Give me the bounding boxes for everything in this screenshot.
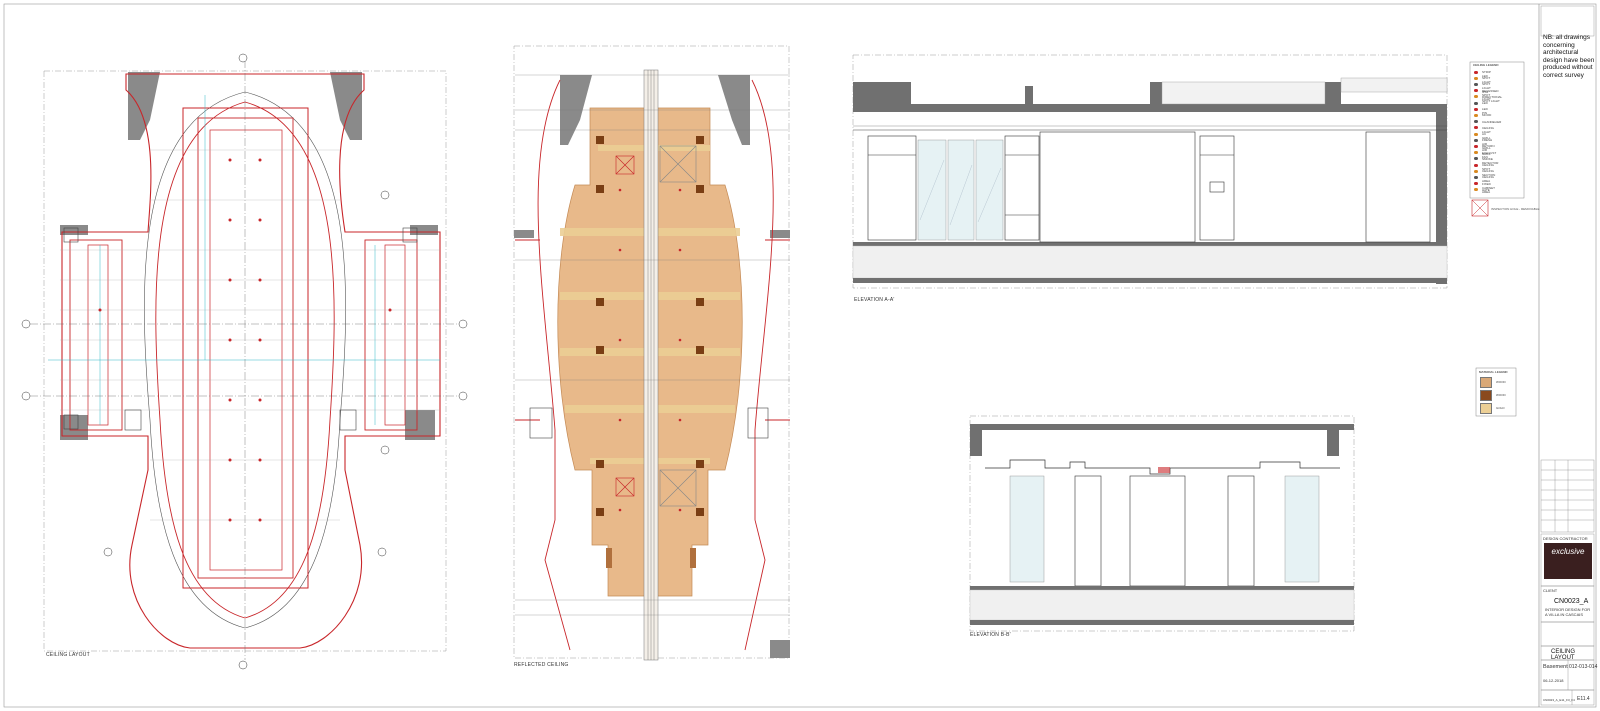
drawing-date: 06-12-2018 bbox=[1543, 678, 1564, 683]
ceiling-legend-item: HATE bbox=[1482, 187, 1490, 192]
ceiling-legend-item: LED bbox=[1482, 101, 1488, 105]
survey-note: NB: all drawings concerning architectura… bbox=[1543, 34, 1595, 79]
legend-symbol-icon bbox=[1474, 169, 1478, 173]
client-label: CLIENT bbox=[1543, 588, 1558, 593]
legend-symbol-icon bbox=[1474, 144, 1478, 148]
drawing-code: E11.4 bbox=[1577, 696, 1590, 702]
material-swatch bbox=[1480, 390, 1492, 401]
sheet-number: 012-013-014 bbox=[1569, 664, 1598, 670]
legend-symbol-icon bbox=[1474, 132, 1478, 136]
reflected-ceiling-plan bbox=[513, 45, 790, 661]
material-swatch bbox=[1480, 403, 1492, 414]
legend-symbol-icon bbox=[1474, 70, 1478, 74]
ceiling-layout-label: CEILING LAYOUT bbox=[46, 652, 90, 658]
elevation-a bbox=[852, 54, 1448, 289]
legend-symbol-icon bbox=[1474, 76, 1478, 80]
legend-symbol-icon bbox=[1474, 175, 1478, 179]
drawing-sheet bbox=[3, 3, 1597, 708]
ceiling-legend-title: CEILING LEGEND bbox=[1473, 63, 1499, 67]
project-name: INTERIOR DESIGN FOR A VILLA IN CASCAIS bbox=[1545, 607, 1591, 617]
material-swatch bbox=[1480, 377, 1492, 388]
drawing-title: CEILING LAYOUT bbox=[1551, 649, 1576, 661]
client-code: CN0023_A bbox=[1554, 598, 1589, 605]
ceiling-legend-item: MOOD bbox=[1482, 113, 1492, 118]
legend-symbol-icon bbox=[1474, 151, 1478, 155]
elevation-b bbox=[969, 415, 1355, 632]
reflected-ceiling-label: REFLECTED CEILING bbox=[514, 662, 569, 668]
design-contractor-label: DESIGN CONTRACTOR bbox=[1543, 536, 1588, 541]
logo-text: exclusive bbox=[1551, 547, 1585, 556]
ceiling-legend-item: CHANDELIER bbox=[1482, 119, 1502, 124]
material-label: WOOD bbox=[1496, 393, 1506, 397]
inspection-hole-legend: INSPECTION HOLE - REMOVABLE bbox=[1491, 207, 1540, 211]
level-name: Basement bbox=[1543, 664, 1568, 670]
legend-symbol-icon bbox=[1474, 82, 1478, 86]
legend-symbol-icon bbox=[1474, 163, 1478, 167]
material-label: WOOD bbox=[1496, 380, 1506, 384]
elevation-a-label: ELEVATION A-A' bbox=[854, 297, 895, 303]
company-logo: exclusive bbox=[1544, 543, 1592, 579]
legend-symbol-icon bbox=[1474, 120, 1478, 124]
legend-symbol-icon bbox=[1474, 107, 1478, 111]
ceiling-layout-plan bbox=[21, 53, 468, 670]
file-name: CN0023_A_E11_F3_F4 bbox=[1543, 698, 1575, 702]
legend-symbol-icon bbox=[1474, 101, 1478, 105]
ceiling-legend-box bbox=[1469, 61, 1525, 217]
material-legend-title: MATERIAL LEGEND bbox=[1479, 370, 1508, 374]
legend-symbol-icon bbox=[1474, 89, 1478, 93]
legend-symbol-icon bbox=[1474, 182, 1478, 186]
legend-symbol-icon bbox=[1474, 138, 1478, 142]
elevation-b-label: ELEVATION B-B' bbox=[970, 632, 1011, 638]
legend-symbol-icon bbox=[1474, 113, 1478, 117]
material-label: GOLD bbox=[1496, 406, 1505, 410]
